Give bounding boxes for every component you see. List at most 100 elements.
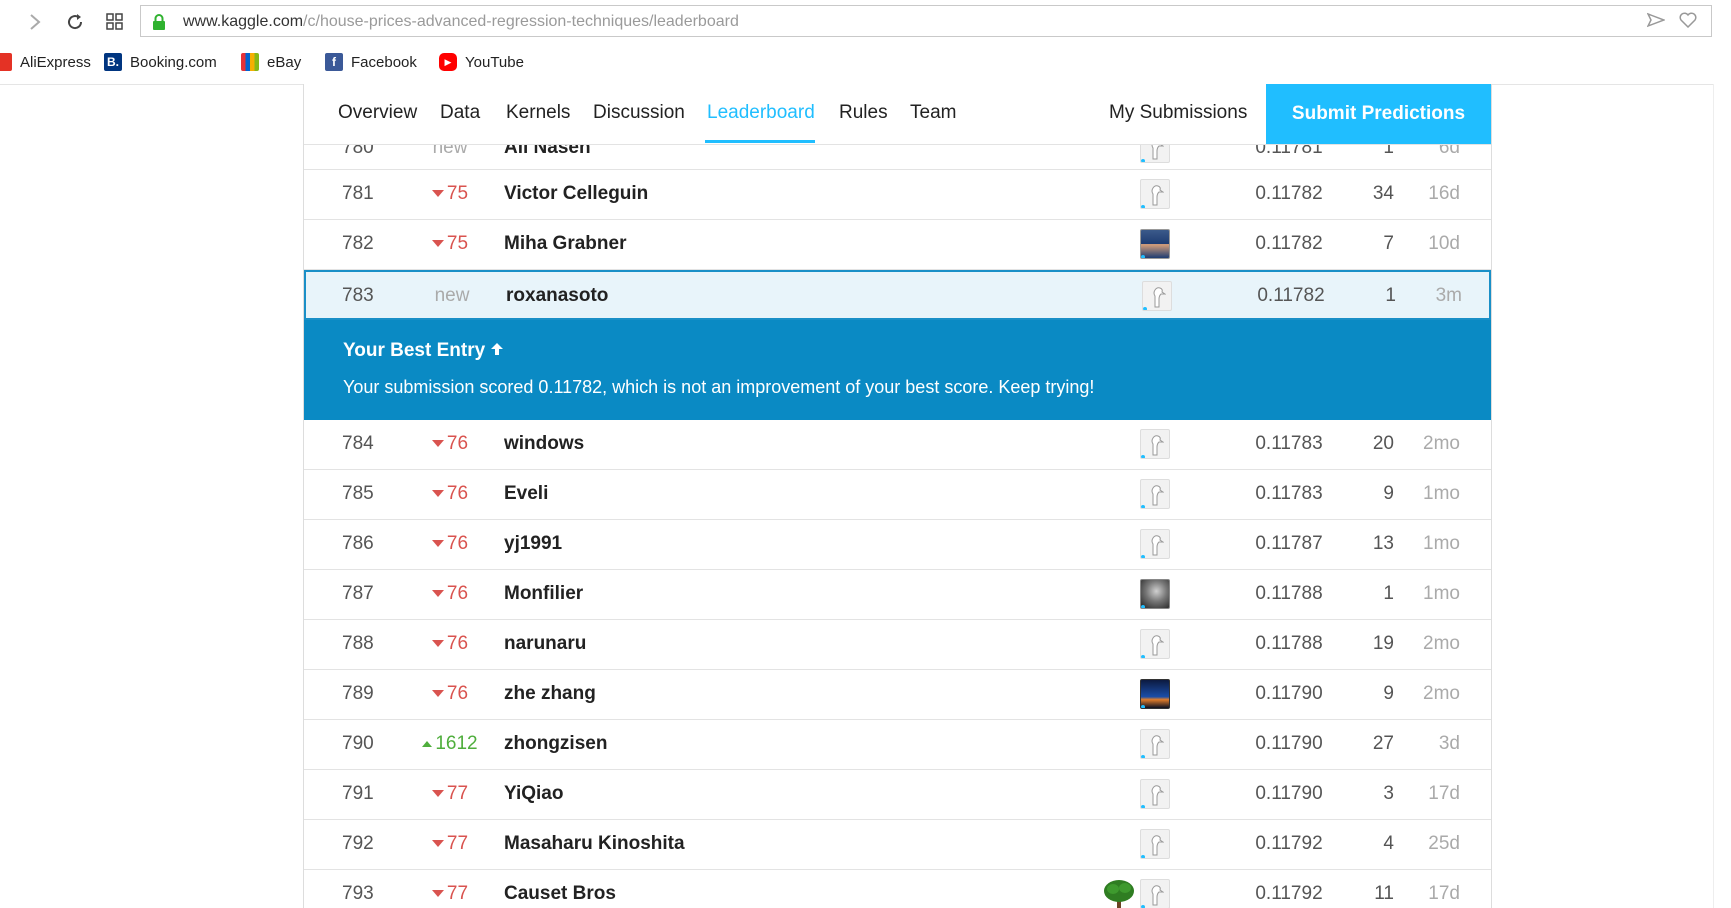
team-avatar[interactable] bbox=[1140, 479, 1170, 509]
tab-leaderboard[interactable]: Leaderboard bbox=[707, 102, 815, 124]
forward-icon[interactable] bbox=[22, 9, 48, 35]
leaderboard-row[interactable]: 793 77 Causet Bros 0.11792 11 17d bbox=[304, 870, 1491, 908]
url-field[interactable]: www.kaggle.com/c/house-prices-advanced-r… bbox=[140, 5, 1712, 37]
team-name[interactable]: yj1991 bbox=[504, 533, 562, 555]
team-name[interactable]: YiQiao bbox=[504, 783, 563, 805]
leaderboard-row[interactable]: 788 76 narunaru 0.11788 19 2mo bbox=[304, 620, 1491, 670]
team-avatar[interactable] bbox=[1140, 579, 1170, 609]
rank-down-icon bbox=[431, 590, 444, 598]
online-dot bbox=[1141, 505, 1145, 508]
default-avatar-icon bbox=[1151, 185, 1164, 206]
leaderboard-row[interactable]: 786 76 yj1991 0.11787 13 1mo bbox=[304, 520, 1491, 570]
bookmarks-bar: AliExpress B. Booking.com eBay f Faceboo… bbox=[0, 44, 1731, 85]
tab-overview[interactable]: Overview bbox=[338, 102, 417, 124]
tab-discussion[interactable]: Discussion bbox=[593, 102, 685, 124]
bookmark-label: eBay bbox=[267, 53, 302, 71]
default-avatar-icon bbox=[1151, 735, 1164, 756]
rank-change-value: 76 bbox=[446, 583, 469, 604]
tab-kernels[interactable]: Kernels bbox=[506, 102, 570, 124]
tab-rules[interactable]: Rules bbox=[839, 102, 888, 124]
team-name[interactable]: Miha Grabner bbox=[504, 233, 626, 255]
rank-down-icon bbox=[431, 640, 444, 648]
rank-down-icon bbox=[431, 840, 444, 848]
team-avatar[interactable] bbox=[1140, 779, 1170, 809]
entries-count: 11 bbox=[1374, 883, 1394, 904]
team-name[interactable]: Eveli bbox=[504, 483, 548, 505]
leaderboard-row[interactable]: 782 75 Miha Grabner 0.11782 7 10d bbox=[304, 220, 1491, 270]
bookmark-ebay[interactable]: eBay bbox=[241, 53, 301, 71]
team-avatar[interactable] bbox=[1140, 429, 1170, 459]
rank: 791 bbox=[342, 783, 374, 804]
online-dot bbox=[1141, 159, 1145, 162]
bookmark-aliexpress[interactable]: AliExpress bbox=[0, 53, 91, 71]
rank-change: 76 bbox=[420, 583, 480, 605]
team-name[interactable]: narunaru bbox=[504, 633, 586, 655]
speed-dial-icon[interactable] bbox=[102, 9, 128, 35]
entries-count: 19 bbox=[1372, 633, 1394, 654]
facebook-icon: f bbox=[325, 53, 343, 71]
tree-icon[interactable] bbox=[1102, 879, 1136, 908]
last-submission: 17d bbox=[1428, 883, 1460, 904]
leaderboard-row[interactable]: 789 76 zhe zhang 0.11790 9 2mo bbox=[304, 670, 1491, 720]
rank-change-value: 75 bbox=[446, 183, 469, 204]
rank-change-value: 76 bbox=[446, 683, 469, 704]
tab-team[interactable]: Team bbox=[910, 102, 956, 124]
team-name[interactable]: roxanasoto bbox=[506, 285, 608, 307]
leaderboard-row[interactable]: 790 1612 zhongzisen 0.11790 27 3d bbox=[304, 720, 1491, 770]
rank-up-icon bbox=[422, 740, 433, 747]
team-name[interactable]: Monfilier bbox=[504, 583, 583, 605]
my-leaderboard-row[interactable]: 783 new roxanasoto 0.11782 1 3m bbox=[304, 270, 1491, 320]
rank-down-icon bbox=[431, 440, 444, 448]
ebay-icon bbox=[241, 53, 259, 71]
my-submissions-link[interactable]: My Submissions bbox=[1109, 102, 1247, 124]
rank: 787 bbox=[342, 583, 374, 604]
bookmark-facebook[interactable]: f Facebook bbox=[325, 53, 417, 71]
leaderboard-row[interactable]: 784 76 windows 0.11783 20 2mo bbox=[304, 420, 1491, 470]
team-name[interactable]: Masaharu Kinoshita bbox=[504, 833, 685, 855]
team-name[interactable]: zhongzisen bbox=[504, 733, 607, 755]
team-avatar[interactable] bbox=[1140, 729, 1170, 759]
team-avatar[interactable] bbox=[1140, 879, 1170, 908]
last-submission: 25d bbox=[1428, 833, 1460, 854]
team-avatar[interactable] bbox=[1140, 629, 1170, 659]
leaderboard-row[interactable]: 791 77 YiQiao 0.11790 3 17d bbox=[304, 770, 1491, 820]
leaderboard-row[interactable]: 792 77 Masaharu Kinoshita 0.11792 4 25d bbox=[304, 820, 1491, 870]
team-avatar[interactable] bbox=[1140, 529, 1170, 559]
leaderboard-row[interactable]: 787 76 Monfilier 0.11788 1 1mo bbox=[304, 570, 1491, 620]
page-scrollbar[interactable] bbox=[1713, 84, 1731, 908]
rank-change-value: 77 bbox=[446, 783, 469, 804]
rank-change-value: 76 bbox=[446, 433, 469, 454]
bookmark-booking[interactable]: B. Booking.com bbox=[104, 53, 217, 71]
default-avatar-icon bbox=[1151, 535, 1164, 556]
tab-data[interactable]: Data bbox=[440, 102, 480, 124]
team-avatar[interactable] bbox=[1140, 229, 1170, 259]
team-name[interactable]: Victor Celleguin bbox=[504, 183, 648, 205]
rank-change: 75 bbox=[420, 183, 480, 205]
aliexpress-icon bbox=[0, 53, 12, 71]
online-dot bbox=[1141, 455, 1145, 458]
submit-predictions-button[interactable]: Submit Predictions bbox=[1266, 84, 1491, 144]
default-avatar-icon bbox=[1151, 485, 1164, 506]
lock-icon bbox=[153, 14, 165, 30]
rank-change-value: 77 bbox=[446, 833, 469, 854]
bookmark-label: Facebook bbox=[351, 53, 417, 71]
reload-icon[interactable] bbox=[62, 9, 88, 35]
online-dot bbox=[1141, 255, 1145, 258]
url-host: www.kaggle.com bbox=[183, 13, 304, 30]
leaderboard-row[interactable]: 781 75 Victor Celleguin 0.11782 34 16d bbox=[304, 170, 1491, 220]
team-avatar[interactable] bbox=[1142, 281, 1172, 311]
team-name[interactable]: zhe zhang bbox=[504, 683, 596, 705]
team-name[interactable]: windows bbox=[504, 433, 584, 455]
send-icon[interactable] bbox=[1646, 12, 1667, 33]
team-avatar[interactable] bbox=[1140, 679, 1170, 709]
rank: 788 bbox=[342, 633, 374, 654]
entries-count: 1 bbox=[1383, 583, 1394, 604]
url-path: /c/house-prices-advanced-regression-tech… bbox=[303, 13, 739, 30]
heart-icon[interactable] bbox=[1679, 12, 1697, 33]
team-avatar[interactable] bbox=[1140, 829, 1170, 859]
team-avatar[interactable] bbox=[1140, 179, 1170, 209]
bookmark-youtube[interactable]: ▶ YouTube bbox=[439, 53, 524, 71]
leaderboard-row[interactable]: 785 76 Eveli 0.11783 9 1mo bbox=[304, 470, 1491, 520]
team-name[interactable]: Causet Bros bbox=[504, 883, 616, 905]
rank-down-icon bbox=[431, 790, 444, 798]
